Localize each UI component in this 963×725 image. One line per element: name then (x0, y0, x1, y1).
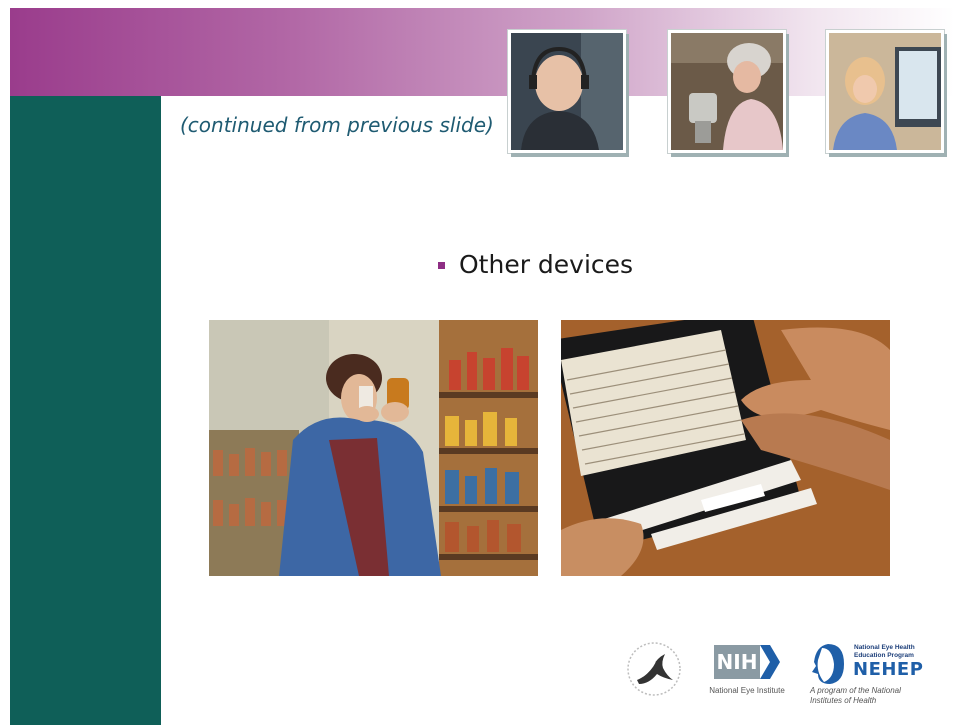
nehep-tagline: A program of the National Institutes of … (810, 686, 901, 706)
nehep-program-line1: National Eye Health (854, 644, 915, 651)
nih-caption: National Eye Institute (709, 686, 785, 695)
photo-woman-reading-label (209, 320, 538, 576)
hhs-eagle-logo (625, 640, 683, 698)
left-teal-bar (10, 96, 161, 725)
nehep-wordmark: NEHEP (853, 659, 924, 680)
nih-chevron-icon (760, 645, 780, 679)
photo-hand-with-magnifier-card (561, 320, 890, 576)
continued-note: (continued from previous slide) (180, 113, 494, 137)
nehep-profile-icon (812, 644, 844, 684)
thumbnail-man-headset (508, 30, 626, 153)
nehep-program-name: National Eye Health Education Program (854, 644, 915, 660)
nehep-tagline-line2: Institutes of Health (810, 696, 877, 705)
bullet-item: Other devices (438, 250, 633, 279)
nih-logo: NIH National Eye Institute (702, 642, 792, 702)
nih-wordmark: NIH (714, 645, 760, 679)
bullet-marker (438, 262, 445, 269)
top-gradient-band (10, 8, 955, 96)
bullet-text: Other devices (459, 250, 634, 279)
thumbnail-woman-magnifier (668, 30, 786, 153)
thumbnail-girl-monitor (826, 30, 944, 153)
nehep-logo: National Eye Health Education Program NE… (806, 640, 936, 710)
nehep-tagline-line1: A program of the National (810, 686, 901, 695)
slide: (continued from previous slide) Other de… (0, 0, 963, 725)
